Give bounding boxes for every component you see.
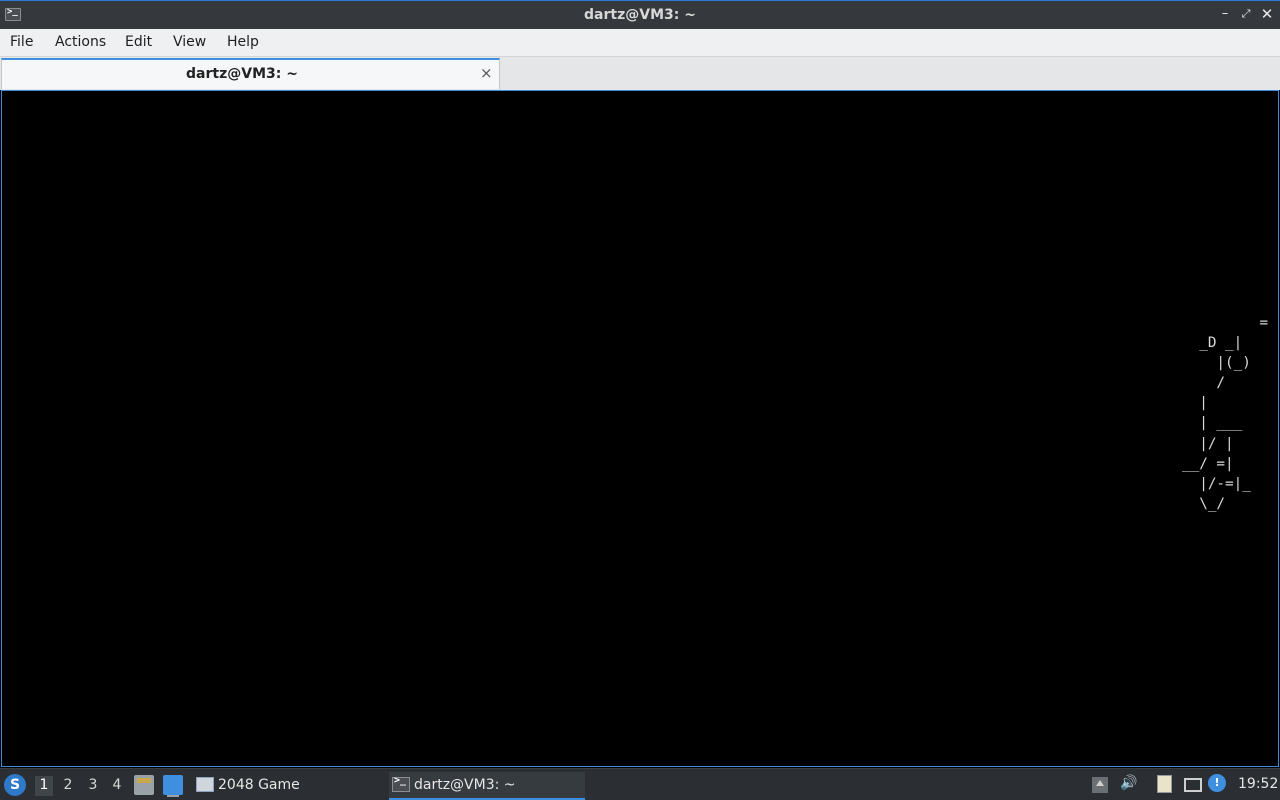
task-label: dartz@VM3: ~ bbox=[414, 777, 516, 793]
clock[interactable]: 19:52 bbox=[1238, 776, 1278, 792]
tab-terminal[interactable]: dartz@VM3: ~ × bbox=[1, 58, 500, 89]
menu-help[interactable]: Help bbox=[227, 34, 259, 50]
terminal-output[interactable]: = _D _| |(_) / | | ___ |/ | __/ =| |/-=|… bbox=[1, 90, 1279, 767]
show-desktop-icon[interactable] bbox=[163, 775, 183, 797]
ascii-art-train: = _D _| |(_) / | | ___ |/ | __/ =| |/-=|… bbox=[1182, 315, 1269, 512]
menu-bar: File Actions Edit View Help bbox=[0, 29, 1280, 57]
menu-actions[interactable]: Actions bbox=[55, 34, 106, 50]
task-terminal[interactable]: >_ dartz@VM3: ~ bbox=[389, 772, 585, 800]
start-menu-icon[interactable]: S bbox=[4, 774, 26, 796]
tab-close-icon[interactable]: × bbox=[480, 64, 493, 82]
window-titlebar[interactable]: >_ dartz@VM3: ~ – ⤢ ✕ bbox=[0, 0, 1280, 29]
file-manager-icon[interactable] bbox=[134, 775, 154, 795]
workspace-4[interactable]: 4 bbox=[108, 776, 126, 796]
menu-view[interactable]: View bbox=[173, 34, 206, 50]
window-title: dartz@VM3: ~ bbox=[584, 7, 696, 23]
close-button[interactable]: ✕ bbox=[1259, 6, 1275, 22]
update-notifier-icon[interactable]: ! bbox=[1208, 774, 1226, 792]
network-icon[interactable] bbox=[1184, 778, 1202, 792]
workspace-1[interactable]: 1 bbox=[35, 776, 53, 796]
clipboard-icon[interactable] bbox=[1157, 775, 1172, 793]
task-label: 2048 Game bbox=[218, 777, 300, 793]
window-icon bbox=[196, 777, 214, 792]
tab-label: dartz@VM3: ~ bbox=[186, 66, 298, 82]
workspace-2[interactable]: 2 bbox=[59, 776, 77, 796]
tray-expand-icon[interactable] bbox=[1092, 777, 1108, 793]
workspace-3[interactable]: 3 bbox=[84, 776, 102, 796]
task-2048-game[interactable]: 2048 Game bbox=[193, 772, 378, 800]
taskbar: S 1 2 3 4 2048 Game >_ dartz@VM3: ~ 🔊 ! … bbox=[0, 768, 1280, 800]
volume-icon[interactable]: 🔊 bbox=[1120, 775, 1137, 791]
maximize-button[interactable]: ⤢ bbox=[1238, 6, 1254, 22]
menu-file[interactable]: File bbox=[10, 34, 33, 50]
menu-edit[interactable]: Edit bbox=[125, 34, 152, 50]
tab-bar: dartz@VM3: ~ × bbox=[0, 57, 1280, 90]
minimize-button[interactable]: – bbox=[1217, 6, 1233, 22]
terminal-icon: >_ bbox=[392, 775, 410, 792]
